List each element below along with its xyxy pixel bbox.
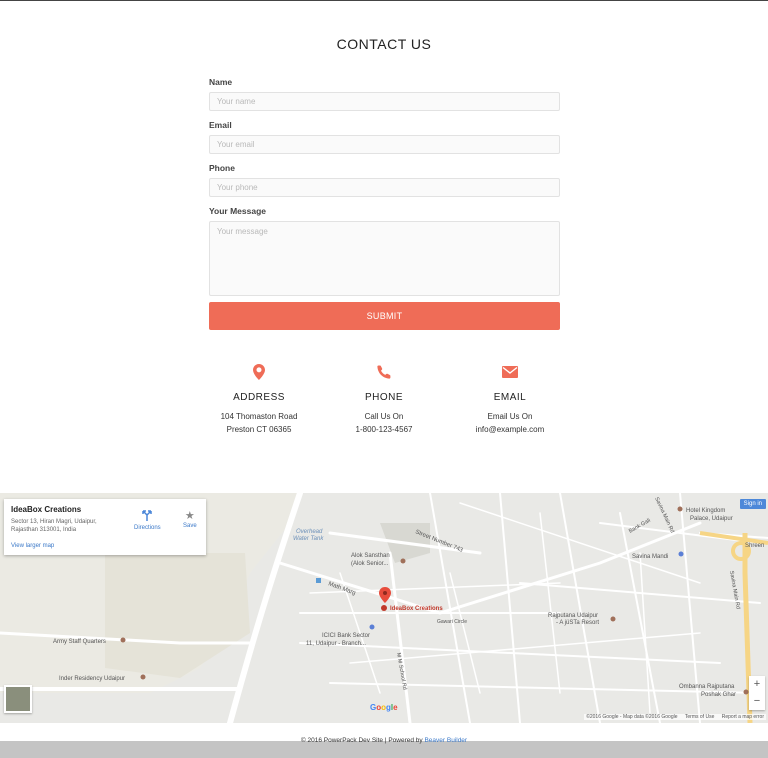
directions-label: Directions xyxy=(134,525,161,531)
email-title: EMAIL xyxy=(493,392,527,403)
phone-icon xyxy=(319,362,449,382)
transit-icon xyxy=(316,578,321,583)
bank-poi-icon xyxy=(369,624,375,630)
name-label: Name xyxy=(209,77,233,87)
submit-button[interactable]: SUBMIT xyxy=(209,302,560,330)
email-line-2: info@example.com xyxy=(475,425,545,434)
overhead-label: Overhead xyxy=(296,529,323,535)
zoom-out-button[interactable]: − xyxy=(749,693,765,710)
savina-mandi-label: Savina Mandi xyxy=(632,554,668,560)
phone-block: PHONE Call Us On 1-800-123-4567 xyxy=(319,362,449,436)
save-button[interactable]: ★ Save xyxy=(183,509,197,529)
water-tank-label: Water Tank xyxy=(293,536,324,542)
address-title: ADDRESS xyxy=(233,392,285,403)
poi-icon xyxy=(400,558,406,564)
message-label: Your Message xyxy=(209,206,267,216)
alok-label-2: (Alok Senior... xyxy=(351,561,389,567)
save-label: Save xyxy=(183,523,197,529)
address-line-2: Preston CT 06365 xyxy=(226,425,292,434)
name-field[interactable] xyxy=(209,92,560,111)
army-label: Army Staff Quarters xyxy=(53,639,106,645)
directions-icon xyxy=(134,509,161,525)
terms-link[interactable]: Terms of Use xyxy=(685,714,714,720)
map-attribution: ©2016 Google - Map data ©2016 Google Ter… xyxy=(584,714,766,720)
rajputana-label-1: Rajputana Udaipur xyxy=(548,613,598,619)
map[interactable]: Overhead Water Tank Street Number 743 Al… xyxy=(0,493,768,723)
contact-form: Name Email Phone Your Message SUBMIT xyxy=(209,77,560,330)
phone-line-1: Call Us On xyxy=(364,412,404,421)
view-larger-map-link[interactable]: View larger map xyxy=(11,543,54,549)
google-logo: Google xyxy=(370,703,398,712)
hotel-label-2: Palace, Udaipur xyxy=(690,516,733,522)
poi-icon xyxy=(140,674,146,680)
address-block: ADDRESS 104 Thomaston Road Preston CT 06… xyxy=(194,362,324,436)
phone-field[interactable] xyxy=(209,178,560,197)
alok-label-1: Alok Sansthan xyxy=(351,553,390,559)
star-icon: ★ xyxy=(184,510,195,522)
place-name: IdeaBox Creations xyxy=(11,505,82,514)
shreen-label: Shreen xyxy=(745,543,764,549)
rajputana-label-2: - A jüSTa Resort xyxy=(556,620,599,626)
poi-icon xyxy=(678,551,684,557)
page-title: CONTACT US xyxy=(336,36,432,52)
place-card: IdeaBox Creations Sector 13, Hiran Magri… xyxy=(4,499,206,555)
footer-credits: © 2016 PowerPack Dev Site | Powered by B… xyxy=(0,737,768,744)
email-field[interactable] xyxy=(209,135,560,154)
email-block: EMAIL Email Us On info@example.com xyxy=(445,362,575,436)
place-address: Sector 13, Hiran Magri, Udaipur, Rajasth… xyxy=(11,519,97,533)
marker-label: IdeaBox Creations xyxy=(390,606,443,612)
top-border xyxy=(0,0,768,1)
directions-button[interactable]: Directions xyxy=(134,509,161,531)
report-error-link[interactable]: Report a map error xyxy=(722,714,764,720)
phone-title: PHONE xyxy=(364,392,404,403)
message-field[interactable] xyxy=(209,221,560,296)
poi-icon xyxy=(120,637,126,643)
poi-icon xyxy=(610,616,616,622)
email-line-1: Email Us On xyxy=(487,412,533,421)
gawari-label: Gawari Circle xyxy=(437,619,467,625)
email-label: Email xyxy=(209,120,232,130)
beaver-builder-link[interactable]: Beaver Builder xyxy=(424,737,467,744)
address-line-1: 104 Thomaston Road xyxy=(220,412,298,421)
hotel-label-1: Hotel Kingdom xyxy=(686,508,725,514)
envelope-icon xyxy=(445,362,575,382)
poi-icon xyxy=(677,506,683,512)
phone-label: Phone xyxy=(209,163,235,173)
sign-in-button[interactable]: Sign in xyxy=(739,499,766,509)
zoom-control: + − xyxy=(749,676,765,710)
footer-text: © 2016 PowerPack Dev Site | Powered by xyxy=(300,737,423,744)
icici-label-2: 11, Udaipur - Branch... xyxy=(306,641,366,647)
zoom-in-button[interactable]: + xyxy=(749,676,765,693)
poi-icon xyxy=(743,689,749,695)
map-data-text: ©2016 Google - Map data ©2016 Google xyxy=(586,714,678,720)
ombanna-label-2: Poshak Ghar xyxy=(701,692,736,698)
icici-label-1: ICICI Bank Sector xyxy=(322,633,370,639)
ombanna-label-1: Ombanna Rajputana xyxy=(679,684,735,690)
inder-label: Inder Residency Udaipur xyxy=(59,676,125,682)
satellite-toggle[interactable] xyxy=(4,685,32,713)
phone-line-2: 1-800-123-4567 xyxy=(355,425,413,434)
map-marker-icon xyxy=(194,362,324,382)
